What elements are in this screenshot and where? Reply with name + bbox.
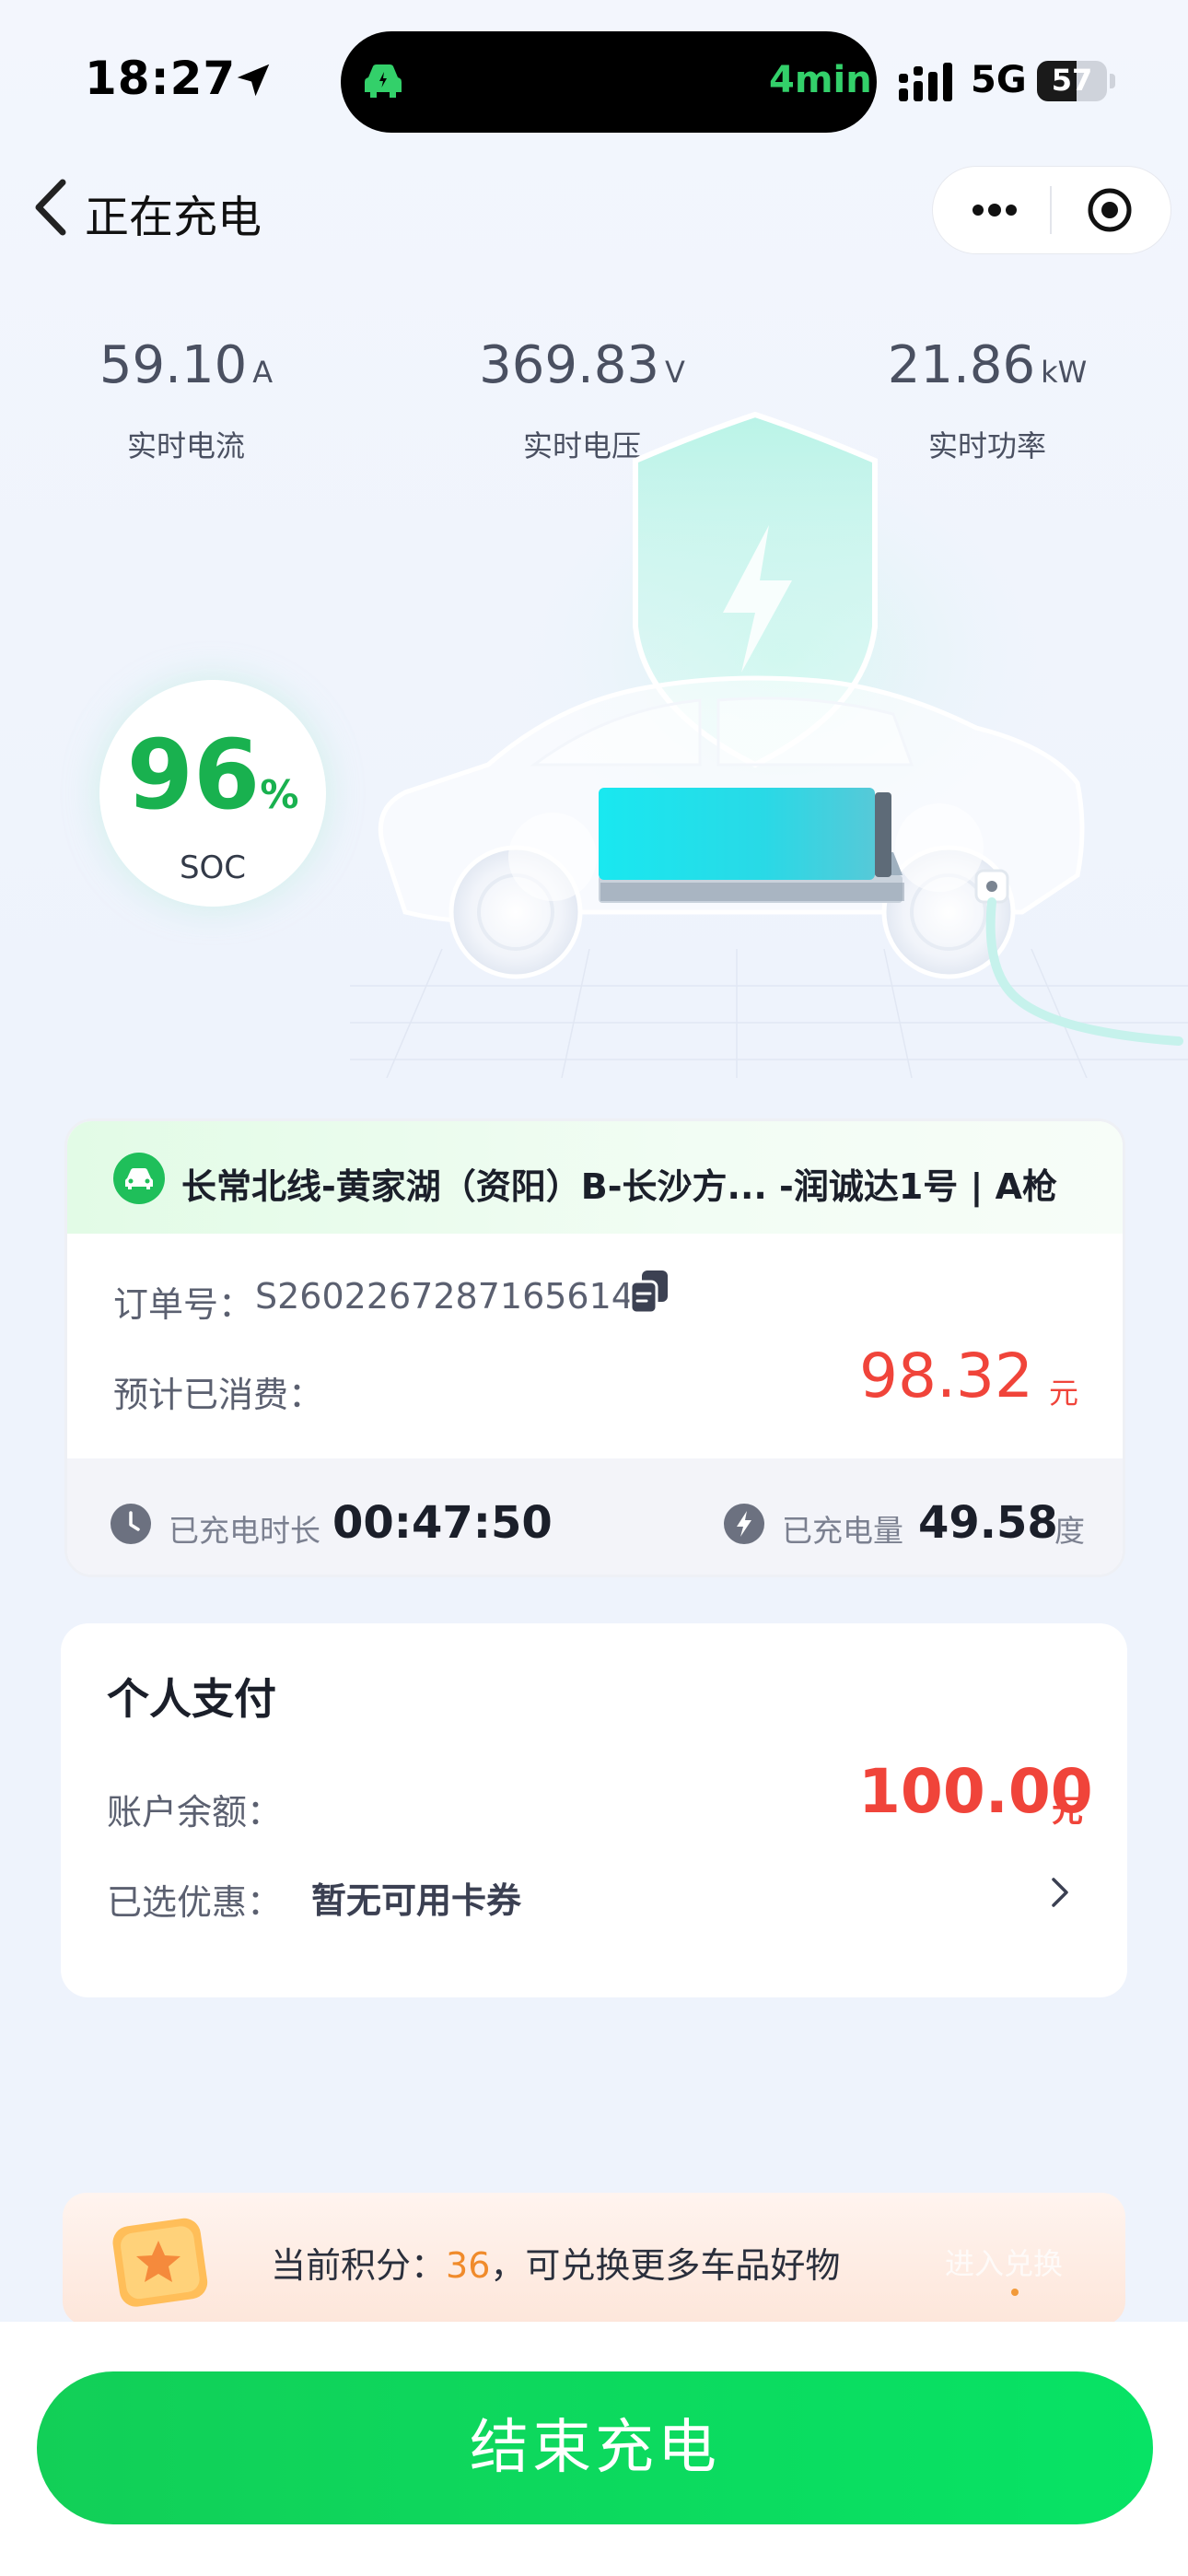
close-target-icon[interactable]	[1077, 184, 1142, 236]
more-dots-icon[interactable]	[958, 186, 1031, 234]
balance-unit: 元	[1052, 1793, 1083, 1830]
duration-value: 00:47:50	[332, 1497, 553, 1549]
capsule-divider	[1050, 186, 1052, 234]
soc-label: SOC	[179, 849, 247, 886]
stat-value: 369.83	[479, 335, 660, 395]
soc-value: 96	[126, 719, 261, 831]
stat-unit: V	[665, 355, 685, 390]
car-icon	[365, 64, 402, 98]
stat-value: 59.10	[99, 335, 248, 395]
order-number-label: 订单号：	[113, 1284, 254, 1325]
consumed-label: 预计已消费：	[113, 1375, 324, 1415]
redeem-dot	[1011, 2289, 1019, 2296]
points-prefix: 当前积分：	[271, 2245, 447, 2286]
energy-unit: 度	[1054, 1513, 1085, 1549]
charging-order-card: 长常北线-黄家湖（资阳）B-长沙方... -润诚达1号 | A枪 订单号： S2…	[64, 1118, 1125, 1577]
balance-label: 账户余额：	[107, 1792, 283, 1832]
battery-icon: 57	[1037, 61, 1116, 101]
island-activity-text: 4min	[769, 59, 872, 101]
charging-progress-row: 已充电时长 00:47:50 已充电量 49.58 度	[67, 1458, 1123, 1575]
stat-unit: kW	[1041, 355, 1088, 390]
lightning-icon	[724, 1504, 764, 1544]
redeem-link[interactable]: 进入兑换	[945, 2241, 1063, 2283]
order-number: S26022672871656141	[255, 1276, 657, 1317]
network-type: 5G	[971, 59, 1027, 101]
points-value: 36	[446, 2245, 491, 2286]
points-banner[interactable]: 当前积分：36，可兑换更多车品好物 进入兑换	[63, 2193, 1125, 2325]
station-name: 长常北线-黄家湖（资阳）B-长沙方... -润诚达1号 | A枪	[181, 1166, 1058, 1207]
energy-label: 已充电量	[782, 1513, 903, 1549]
back-chevron-icon[interactable]	[26, 177, 76, 238]
copy-icon[interactable]	[627, 1269, 671, 1317]
stat-current: 59.10 A 实时电流	[20, 335, 352, 465]
station-header: 长常北线-黄家湖（资阳）B-长沙方... -润诚达1号 | A枪	[67, 1121, 1123, 1234]
end-charging-button[interactable]: 结束充电	[37, 2371, 1153, 2524]
coupon-label: 已选优惠：	[107, 1882, 283, 1923]
points-text: 当前积分：36，可兑换更多车品好物	[271, 2237, 840, 2288]
energy-value: 49.58	[918, 1497, 1058, 1549]
duration-label: 已充电时长	[169, 1513, 320, 1549]
signal-icon	[899, 63, 952, 101]
battery-level: 57	[1051, 63, 1093, 98]
consumed-unit: 元	[1049, 1376, 1079, 1411]
stat-label: 实时电流	[126, 428, 245, 463]
chevron-right-icon[interactable]	[1044, 1870, 1076, 1914]
points-suffix: ，可兑换更多车品好物	[490, 2245, 841, 2286]
charging-car-illustration	[350, 411, 1188, 1078]
car-badge-icon	[113, 1153, 165, 1204]
consumed-amount: 98.32	[859, 1341, 1033, 1411]
location-arrow-icon	[237, 64, 270, 97]
stat-value: 21.86	[887, 335, 1036, 395]
payment-card: 个人支付 账户余额： 100.00 元 已选优惠： 暂无可用卡券	[61, 1623, 1127, 1997]
stat-unit: A	[252, 355, 274, 390]
page-title: 正在充电	[85, 192, 262, 243]
soc-unit: %	[260, 772, 299, 817]
soc-indicator: 96% SOC	[99, 680, 326, 907]
clock-icon	[111, 1504, 151, 1544]
payment-title: 个人支付	[107, 1674, 276, 1724]
star-coupon-icon	[112, 2218, 208, 2307]
coupon-selector[interactable]: 暂无可用卡券	[311, 1872, 521, 1923]
status-time: 18:27	[85, 52, 237, 105]
